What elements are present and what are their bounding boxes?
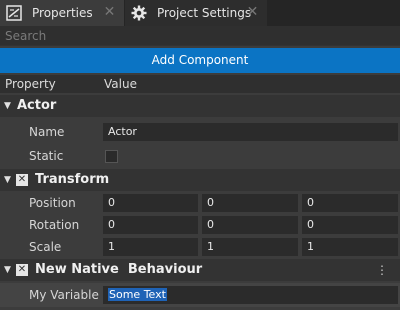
position-y-field[interactable]: 0 xyxy=(202,194,298,212)
position-label: Position xyxy=(29,196,76,210)
row-static: Static xyxy=(0,145,400,167)
rotation-x-field[interactable]: 0 xyxy=(103,216,198,234)
kebab-menu-icon[interactable]: ⋮ xyxy=(376,259,388,281)
scale-x-field[interactable]: 1 xyxy=(103,238,198,256)
column-property: Property xyxy=(5,77,56,91)
close-icon[interactable]: ✕ xyxy=(245,5,260,20)
section-behaviour[interactable]: ▼ ✕ New Native Behaviour ⋮ xyxy=(0,259,400,281)
search-input[interactable]: Search xyxy=(0,26,400,46)
scale-z-field[interactable]: 1 xyxy=(302,238,398,256)
tab-project-settings-label: Project Settings xyxy=(157,6,252,20)
position-z-field[interactable]: 0 xyxy=(302,194,398,212)
name-field[interactable]: Actor xyxy=(103,123,398,141)
row-name: Name Actor xyxy=(0,121,400,143)
row-rotation: Rotation 0 0 0 xyxy=(0,214,400,236)
position-x-field[interactable]: 0 xyxy=(103,194,198,212)
static-checkbox[interactable] xyxy=(105,150,118,163)
collapse-triangle-icon[interactable]: ▼ xyxy=(4,95,11,117)
tab-bar: Properties ✕ Project Settings ✕ xyxy=(0,0,400,26)
section-actor[interactable]: ▼ Actor xyxy=(0,95,400,117)
section-actor-title: Actor xyxy=(17,98,57,113)
my-variable-label: My Variable xyxy=(29,288,99,302)
rotation-y-field[interactable]: 0 xyxy=(202,216,298,234)
row-my-variable: My Variable Some Text xyxy=(0,283,400,307)
section-behaviour-title: New Native Behaviour xyxy=(35,262,203,277)
tab-properties-label: Properties xyxy=(32,6,93,20)
scale-y-field[interactable]: 1 xyxy=(202,238,298,256)
name-label: Name xyxy=(29,125,65,139)
my-variable-field[interactable]: Some Text xyxy=(103,286,398,304)
row-position: Position 0 0 0 xyxy=(0,192,400,214)
column-value: Value xyxy=(104,77,137,91)
section-transform-title: Transform xyxy=(35,172,110,187)
section-transform[interactable]: ▼ ✕ Transform xyxy=(0,169,400,191)
column-header: Property Value xyxy=(0,75,400,93)
tab-properties[interactable]: Properties ✕ xyxy=(0,0,124,26)
remove-component-icon[interactable]: ✕ xyxy=(16,174,28,186)
collapse-triangle-icon[interactable]: ▼ xyxy=(4,169,11,191)
scale-label: Scale xyxy=(29,240,62,254)
gear-icon xyxy=(131,5,147,21)
selected-text: Some Text xyxy=(108,288,167,301)
properties-icon xyxy=(6,5,22,21)
static-label: Static xyxy=(29,149,64,163)
rotation-label: Rotation xyxy=(29,218,80,232)
collapse-triangle-icon[interactable]: ▼ xyxy=(4,259,11,281)
tab-project-settings[interactable]: Project Settings ✕ xyxy=(125,0,267,26)
rotation-z-field[interactable]: 0 xyxy=(302,216,398,234)
remove-component-icon[interactable]: ✕ xyxy=(16,264,28,276)
close-icon[interactable]: ✕ xyxy=(102,5,117,20)
add-component-button[interactable]: Add Component xyxy=(0,48,400,73)
row-scale: Scale 1 1 1 xyxy=(0,236,400,258)
